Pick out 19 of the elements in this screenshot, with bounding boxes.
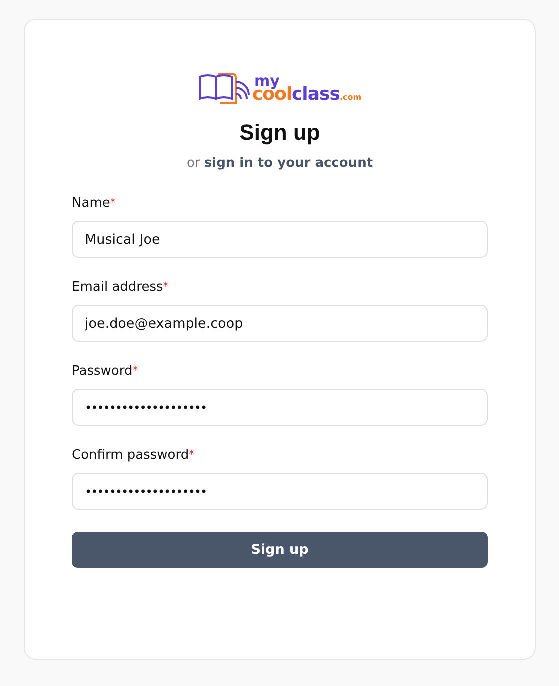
required-mark: *: [189, 448, 195, 461]
input-field[interactable]: ••••••••••••••••••••: [72, 473, 488, 510]
page-title: Sign up: [238, 120, 322, 146]
logo-text: class: [292, 84, 340, 105]
subtitle-text: or: [186, 156, 200, 171]
sign-up-button[interactable]: Sign up: [72, 532, 488, 568]
field-label: Name: [72, 196, 110, 211]
required-mark: *: [163, 280, 169, 293]
field-label: Confirm password: [72, 448, 190, 463]
logo-text: .com: [340, 93, 362, 102]
book-icon: [198, 72, 250, 104]
sign-in-link[interactable]: sign in to your account: [204, 156, 374, 171]
field-label: Password: [72, 364, 133, 379]
input-field[interactable]: ••••••••••••••••••••: [72, 389, 488, 426]
input-field[interactable]: joe.doe@example.coop: [72, 305, 488, 342]
required-mark: *: [110, 196, 116, 209]
field-label: Email address: [72, 280, 164, 295]
input-field[interactable]: Musical Joe: [72, 221, 488, 258]
required-mark: *: [132, 364, 138, 377]
